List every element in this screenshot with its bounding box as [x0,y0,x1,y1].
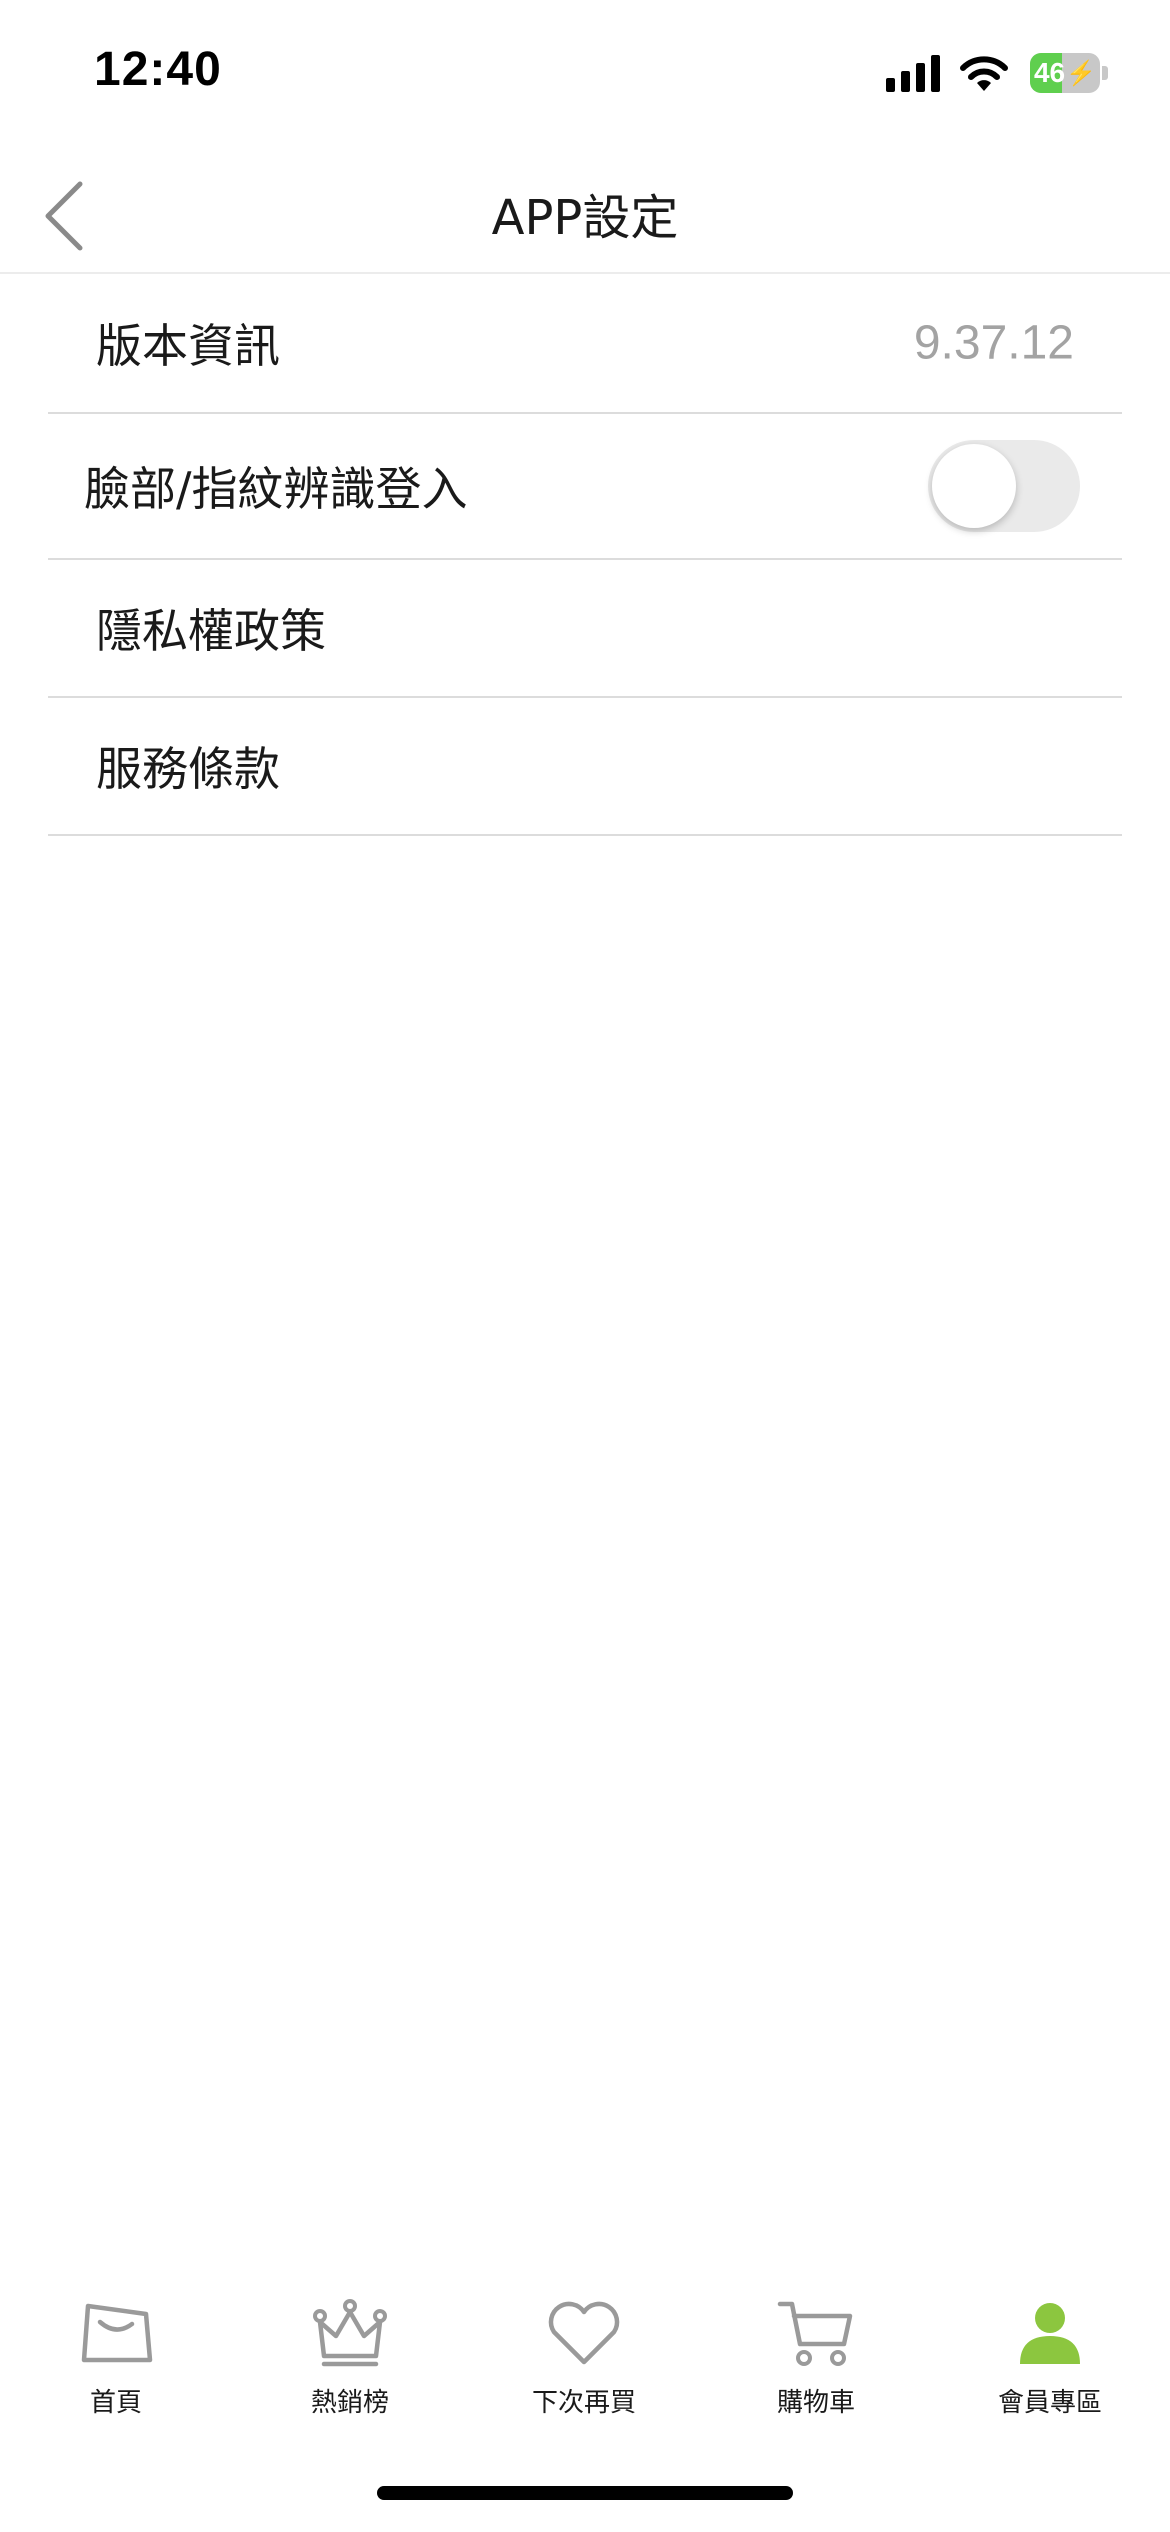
status-time: 12:40 [94,43,222,96]
version-number: 9.37.12 [913,316,1074,370]
settings-list: 版本資訊 9.37.12 臉部/指紋辨識登入 隱私權政策 服務條款 [48,274,1122,836]
app-settings-screen: 12:40 46 ⚡ APP設定 版本資訊 9.37.12 臉部/指紋辨識登入 … [0,0,1170,2532]
heart-icon [548,2301,620,2365]
tab-bestsellers-label: 熱銷榜 [310,2388,389,2418]
status-icons: 46 ⚡ [886,50,1110,96]
home-indicator [377,2486,793,2500]
biometric-login-row: 臉部/指紋辨識登入 [48,414,1122,560]
member-icon [1020,2303,1080,2364]
signal-icon [886,54,940,92]
tab-cart[interactable]: 購物車 [716,2280,916,2430]
terms-of-service-label: 服務條款 [96,742,280,796]
tab-buy-later[interactable]: 下次再買 [484,2280,684,2430]
tab-home[interactable]: 首頁 [16,2280,216,2430]
privacy-policy-row[interactable]: 隱私權政策 [48,560,1122,698]
version-info-row: 版本資訊 9.37.12 [48,274,1122,414]
terms-of-service-row[interactable]: 服務條款 [48,698,1122,836]
crown-icon [313,2299,387,2367]
privacy-policy-label: 隱私權政策 [96,604,326,658]
cart-icon [777,2301,853,2366]
battery-charging-icon: 46 ⚡ [1030,53,1110,93]
tab-bestsellers[interactable]: 熱銷榜 [250,2280,450,2430]
biometric-login-toggle[interactable] [928,440,1080,532]
toggle-knob [932,444,1016,528]
wifi-icon [960,56,1008,91]
biometric-login-label: 臉部/指紋辨識登入 [84,462,468,516]
bottom-tab-bar: 首頁 熱銷榜 下次再買 購物車 會員專區 [0,2280,1170,2430]
shopping-bag-icon [81,2303,153,2363]
status-bar: 12:40 46 ⚡ [0,0,1170,150]
tab-member-label: 會員專區 [997,2388,1102,2418]
tab-buy-later-label: 下次再買 [531,2388,636,2418]
battery-level: 46 [1033,57,1066,88]
version-info-label: 版本資訊 [96,319,280,373]
nav-bar: APP設定 [0,150,1170,274]
tab-home-label: 首頁 [89,2388,142,2418]
tab-member[interactable]: 會員專區 [950,2280,1150,2430]
page-title: APP設定 [491,190,679,246]
tab-cart-label: 購物車 [776,2388,855,2418]
